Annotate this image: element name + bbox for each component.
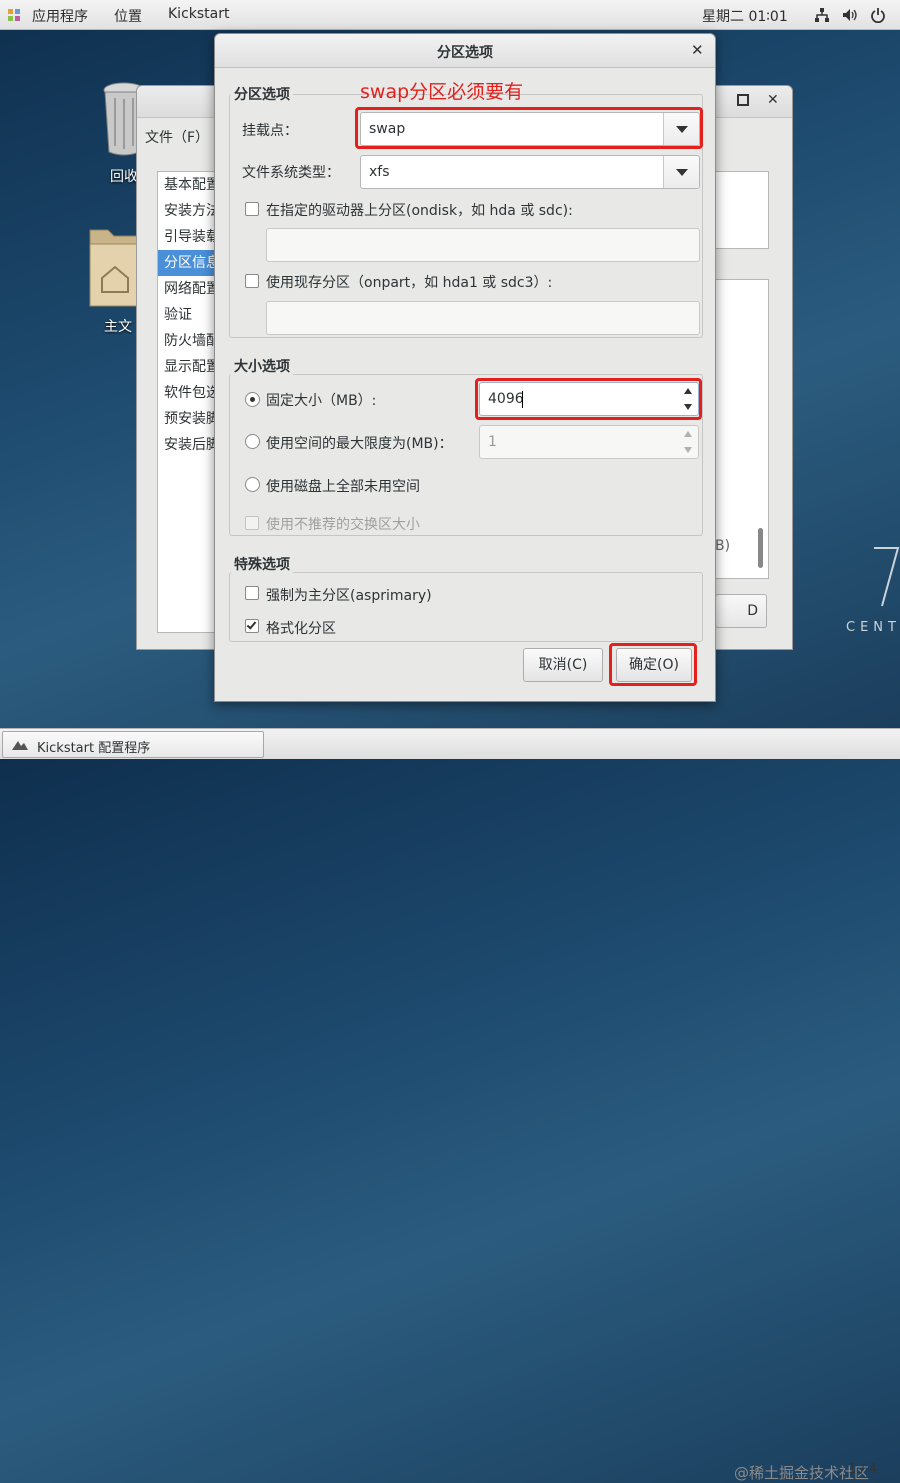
places-menu[interactable]: 位置 (114, 6, 142, 26)
close-icon[interactable]: ✕ (691, 41, 704, 59)
radio-selected-dot (250, 397, 255, 402)
fixed-size-radio[interactable] (245, 392, 260, 407)
scrollbar[interactable] (758, 528, 763, 568)
sidebar-item[interactable]: 显示配置 (158, 354, 216, 380)
sidebar-item[interactable]: 防火墙配置 (158, 328, 216, 354)
format-partition-checkbox[interactable] (245, 619, 259, 633)
centos-wordmark: CENT (846, 620, 900, 635)
spin-up-icon[interactable] (684, 431, 692, 437)
fill-disk-label[interactable]: 使用磁盘上全部未用空间 (266, 476, 420, 496)
spin-down-icon[interactable] (684, 447, 692, 453)
special-options-heading: 特殊选项 (231, 554, 293, 574)
size-options-heading: 大小选项 (231, 356, 293, 376)
max-size-label[interactable]: 使用空间的最大限度为(MB)： (266, 433, 453, 453)
ondisk-checkbox[interactable] (245, 202, 259, 216)
sidebar-item[interactable]: 安装方法 (158, 198, 216, 224)
active-window-menu[interactable]: Kickstart (168, 6, 229, 22)
home-folder-label: 主文 (104, 319, 132, 335)
taskbar-item-label: Kickstart 配置程序 (37, 741, 151, 756)
clock[interactable]: 星期二 01∶01 (702, 6, 788, 26)
chevron-down-icon (676, 169, 688, 176)
workspace-pager[interactable]: 1 / 4 (848, 1462, 877, 1477)
bottom-taskbar: Kickstart 配置程序 @稀土掘金技术社区 1 / 4 (0, 728, 900, 1482)
sidebar-item[interactable]: 验证 (158, 302, 216, 328)
maximize-icon[interactable] (737, 94, 749, 106)
sidebar-item[interactable]: 分区信息 (158, 250, 216, 276)
taskbar-item-kickstart[interactable]: Kickstart 配置程序 (2, 731, 264, 758)
applications-menu[interactable]: 应用程序 (32, 6, 88, 26)
network-icon[interactable] (814, 7, 830, 23)
close-icon[interactable]: ✕ (767, 92, 779, 108)
content-panel (715, 171, 769, 249)
dialog-title: 分区选项 (437, 45, 493, 61)
max-size-spin-buttons[interactable] (680, 426, 698, 458)
ondisk-label[interactable]: 在指定的驱动器上分区(ondisk，如 hda 或 sdc): (266, 200, 573, 220)
home-folder-icon[interactable] (88, 222, 142, 310)
onpart-label[interactable]: 使用现存分区（onpart，如 hda1 或 sdc3）: (266, 272, 552, 292)
max-size-value[interactable]: 1 (488, 434, 497, 450)
dialog-titlebar: 分区选项 ✕ (215, 34, 715, 68)
volume-icon[interactable] (842, 7, 858, 23)
onpart-checkbox[interactable] (245, 274, 259, 288)
sidebar-item[interactable]: 软件包选 (158, 380, 216, 406)
sidebar-item[interactable]: 预安装脚 (158, 406, 216, 432)
recommended-swap-checkbox[interactable] (245, 516, 259, 530)
fs-type-combobox[interactable]: xfs (360, 155, 700, 189)
partition-action-button[interactable]: D (715, 594, 767, 628)
sidebar-item[interactable]: 安装后脚 (158, 432, 216, 458)
cancel-button[interactable]: 取消(C) (523, 648, 603, 682)
category-sidebar: 基本配置安装方法引导装载分区信息网络配置验证防火墙配置显示配置软件包选预安装脚安… (157, 171, 217, 633)
ondisk-input[interactable] (266, 228, 700, 262)
fixed-size-label[interactable]: 固定大小（MB）: (266, 390, 376, 410)
max-size-spinbox[interactable]: 1 (479, 425, 699, 459)
annotation-box-mount (355, 107, 703, 149)
annotation-note: swap分区必须要有 (360, 81, 524, 103)
fs-type-value[interactable]: xfs (369, 164, 390, 180)
sidebar-item[interactable]: 引导装载 (158, 224, 216, 250)
sidebar-item[interactable]: 网络配置 (158, 276, 216, 302)
fs-type-dropdown-button[interactable] (663, 156, 699, 188)
partition-options-heading: 分区选项 (231, 84, 293, 104)
format-partition-label[interactable]: 格式化分区 (266, 618, 336, 638)
app-icon (12, 741, 28, 750)
trash-label: 回收 (110, 169, 138, 185)
applications-menu-icon[interactable] (7, 8, 21, 22)
checkmark-icon (246, 619, 257, 630)
menu-file[interactable]: 文件（F） (145, 127, 209, 147)
annotation-box-size (475, 378, 702, 420)
annotation-box-ok (609, 643, 697, 686)
sidebar-item[interactable]: 基本配置 (158, 172, 216, 198)
mount-point-label: 挂载点： (242, 123, 298, 139)
asprimary-label[interactable]: 强制为主分区(asprimary) (266, 585, 432, 605)
onpart-input[interactable] (266, 301, 700, 335)
centos-logo-icon (874, 547, 900, 607)
asprimary-checkbox[interactable] (245, 586, 259, 600)
recommended-swap-label: 使用不推荐的交换区大小 (266, 517, 420, 533)
size-hint: B) (715, 538, 731, 554)
max-size-radio[interactable] (245, 434, 260, 449)
power-icon[interactable] (870, 7, 886, 23)
top-panel: 应用程序 位置 Kickstart 星期二 01∶01 (0, 0, 900, 30)
fs-type-label: 文件系统类型： (242, 165, 340, 181)
fill-disk-radio[interactable] (245, 477, 260, 492)
